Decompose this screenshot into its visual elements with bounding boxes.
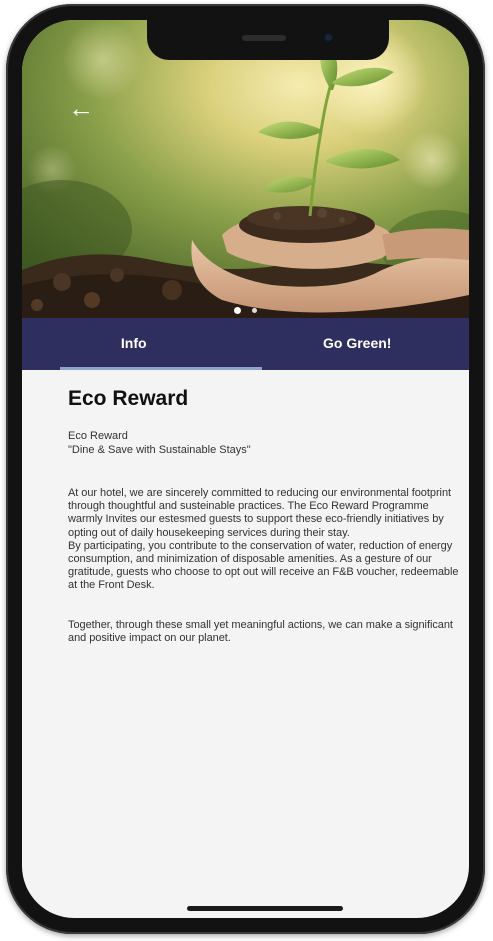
page-title: Eco Reward (68, 387, 189, 410)
home-indicator[interactable] (187, 906, 343, 911)
phone-frame: ← Info Go Green! Eco Reward Eco Reward "… (6, 4, 485, 934)
tab-bar: Info Go Green! (22, 318, 469, 370)
description-paragraph: At our hotel, we are sincerely committed… (68, 487, 452, 539)
program-tagline: "Dine & Save with Sustainable Stays" (68, 444, 251, 456)
info-content: Eco Reward Eco Reward "Dine & Save with … (68, 386, 464, 645)
speaker-grille (242, 35, 286, 41)
tab-go-green[interactable]: Go Green! (246, 318, 470, 370)
carousel-indicator (22, 302, 469, 315)
app-screen: ← Info Go Green! Eco Reward Eco Reward "… (22, 20, 469, 918)
arrow-left-icon: ← (68, 93, 94, 123)
carousel-dot[interactable] (251, 308, 257, 314)
tab-info[interactable]: Info (22, 318, 261, 370)
back-button[interactable]: ← (66, 93, 96, 123)
front-camera (323, 32, 334, 43)
hero-photo-plant-in-hands (22, 20, 469, 318)
description-paragraph: Together, through these small yet meanin… (68, 618, 453, 644)
device-notch (147, 20, 389, 60)
hero-image: ← (22, 20, 469, 318)
program-name: Eco Reward (68, 430, 128, 442)
description-paragraph: By participating, you contribute to the … (68, 539, 459, 592)
